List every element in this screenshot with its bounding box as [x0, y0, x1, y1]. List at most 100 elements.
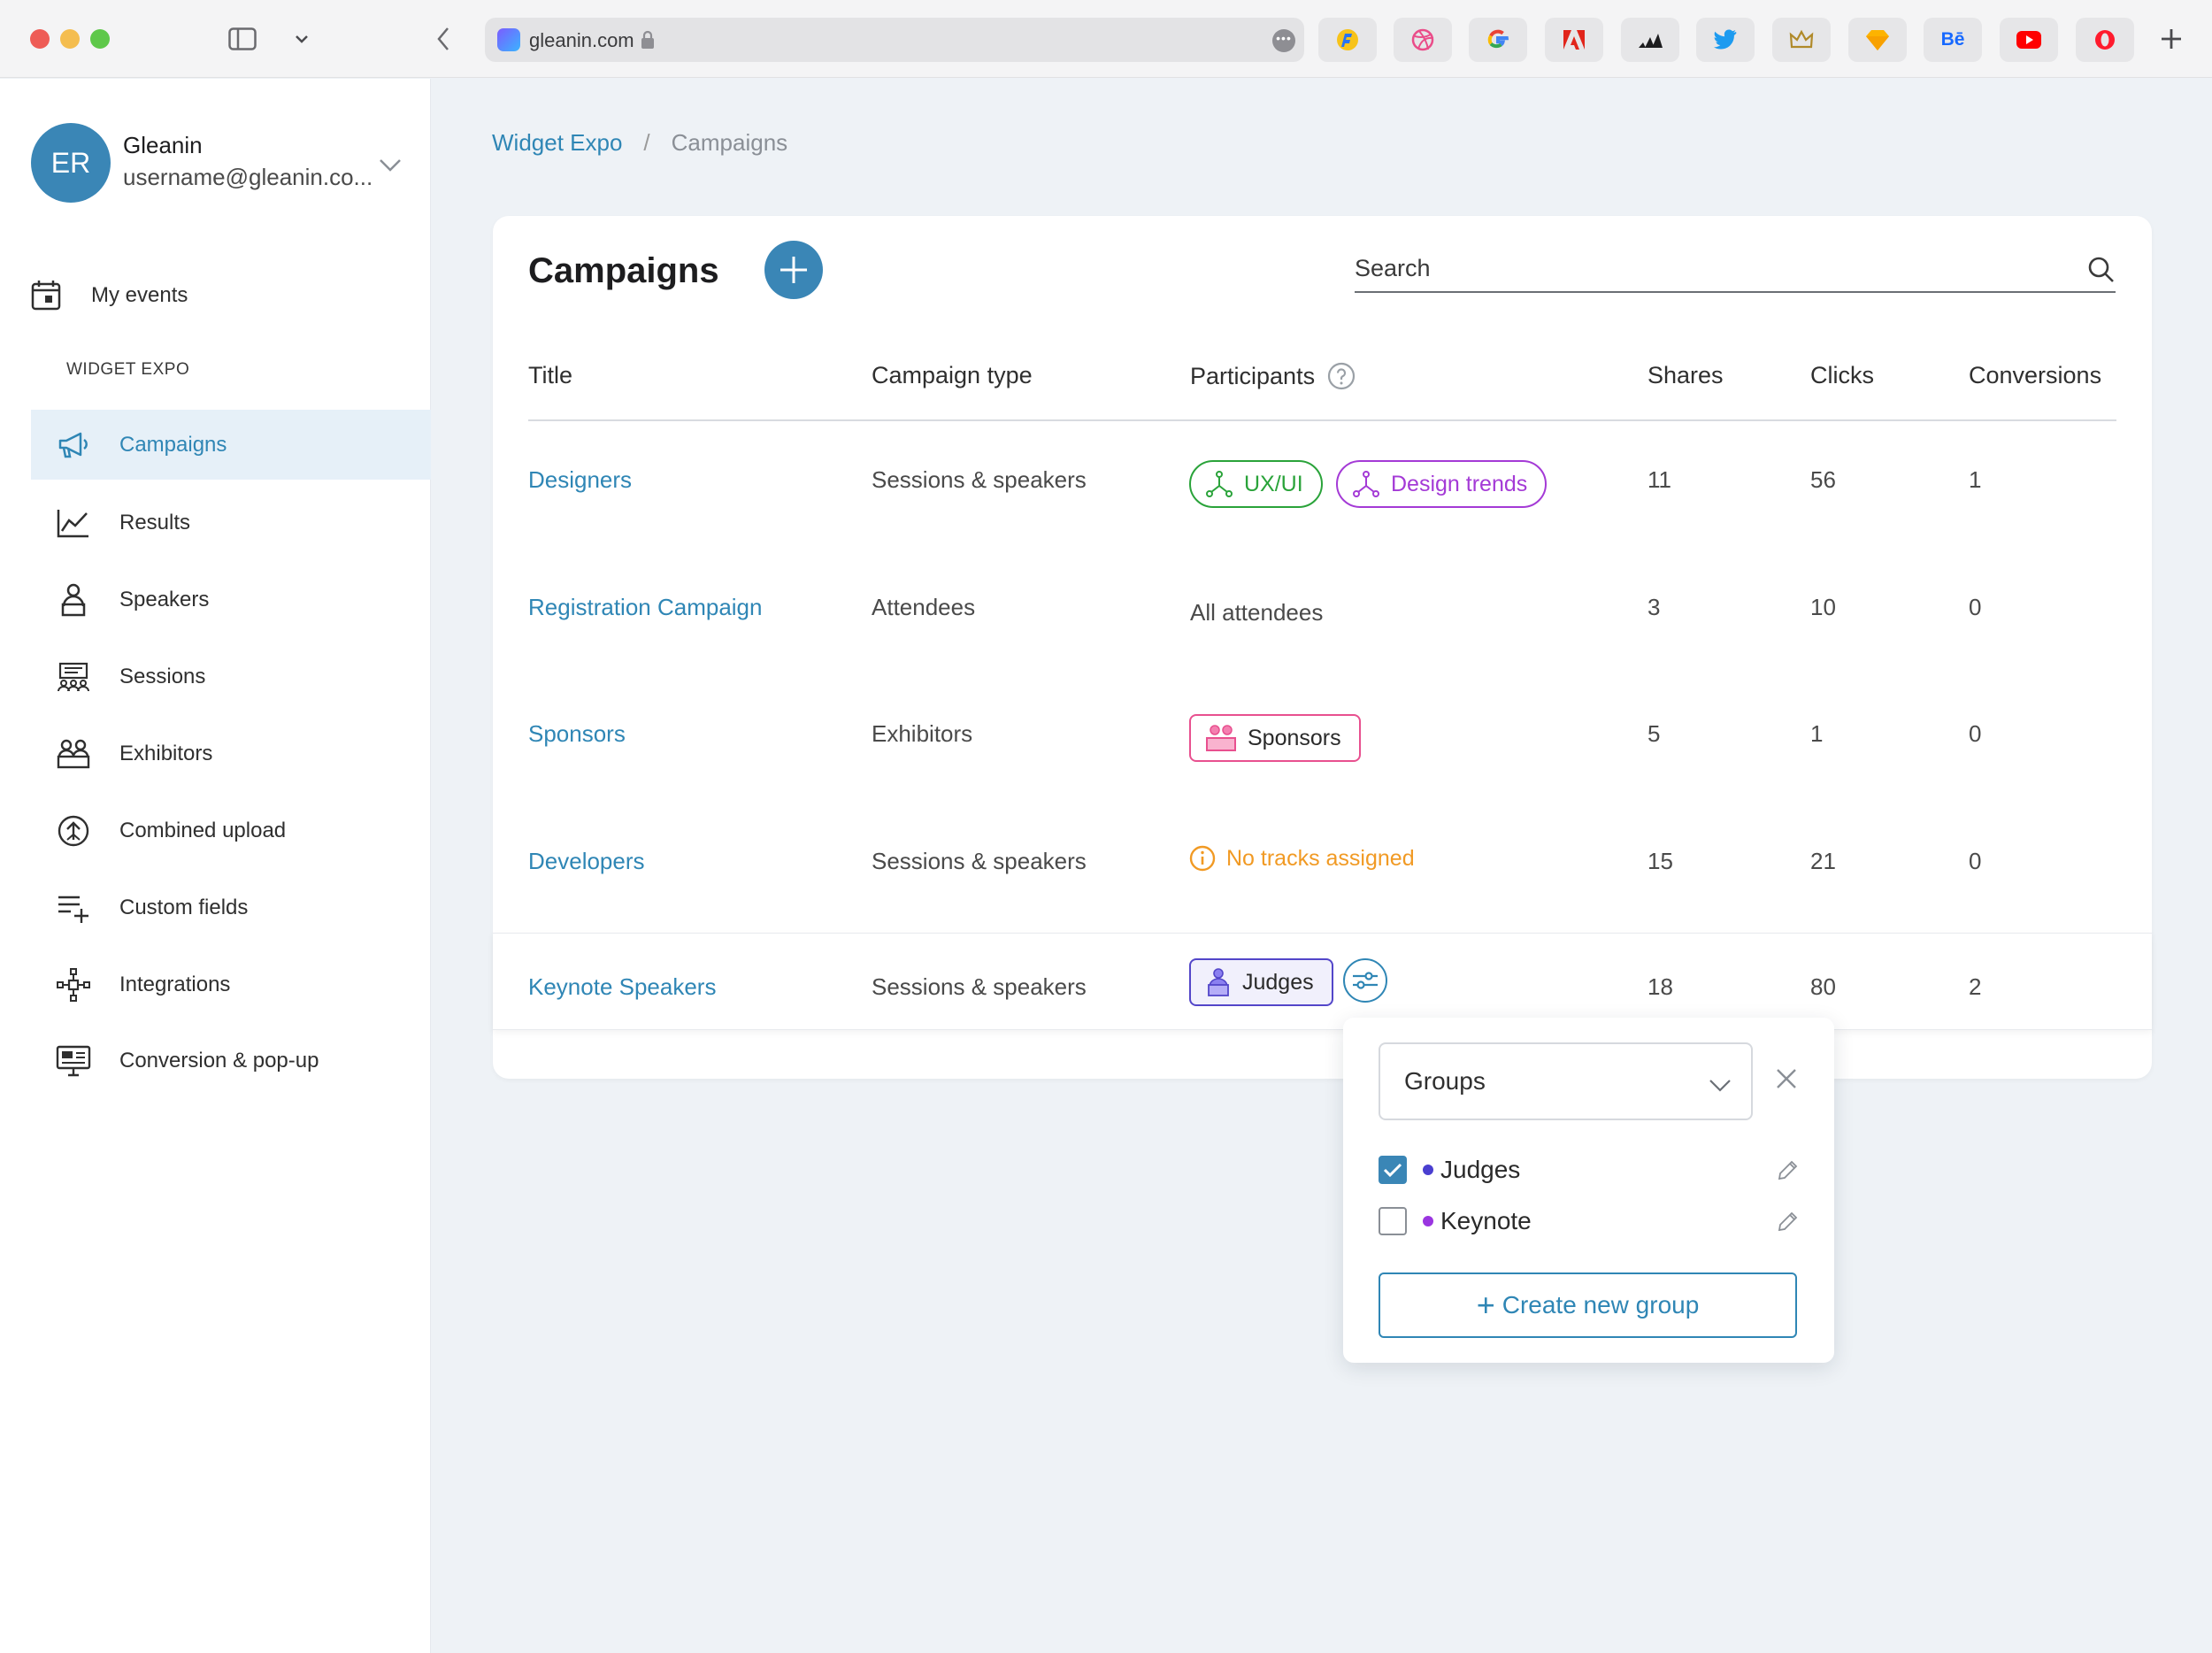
sidebar-item-results[interactable]: Results: [31, 488, 431, 557]
sidebar-item-label: Results: [119, 510, 191, 534]
breadcrumb-link-widget-expo[interactable]: Widget Expo: [492, 129, 622, 157]
bookmark-dribbble-icon[interactable]: [1394, 18, 1452, 62]
avatar[interactable]: ER: [31, 123, 111, 203]
campaign-type: Attendees: [872, 594, 976, 620]
sessions-icon: [56, 659, 91, 695]
sidebar-item-exhibitors[interactable]: Exhibitors: [31, 719, 431, 788]
sidebar-item-speakers[interactable]: Speakers: [31, 565, 431, 634]
browser-toolbar: gleanin.com ••• Bē: [0, 0, 2212, 78]
chip-label: UX/UI: [1244, 471, 1303, 496]
create-new-group-label: Create new group: [1502, 1291, 1700, 1319]
sidebar-item-sessions[interactable]: Sessions: [31, 642, 431, 711]
sidebar-toggle-icon[interactable]: [227, 23, 258, 55]
conversions-value: 0: [1969, 720, 1982, 747]
bookmark-crown-icon[interactable]: [1772, 18, 1831, 62]
breadcrumb-separator: /: [643, 129, 650, 156]
table-row[interactable]: Keynote Speakers Sessions & speakers Jud…: [493, 933, 2152, 1030]
plus-icon: [780, 257, 807, 283]
add-campaign-button[interactable]: [764, 241, 823, 299]
sidebar-item-label: Conversion & pop-up: [119, 1048, 319, 1073]
zoom-window-button[interactable]: [90, 29, 110, 49]
participant-chip-ux-ui[interactable]: UX/UI: [1189, 460, 1323, 508]
campaign-type: Sessions & speakers: [872, 973, 1087, 1000]
table-row[interactable]: Developers Sessions & speakers No tracks…: [493, 821, 2152, 919]
sidebar-item-integrations[interactable]: Integrations: [31, 950, 431, 1019]
bookmark-google-icon[interactable]: [1469, 18, 1527, 62]
campaign-title-link[interactable]: Sponsors: [528, 720, 626, 748]
campaign-type: Exhibitors: [872, 720, 973, 747]
search-icon[interactable]: [2087, 256, 2116, 288]
sliders-icon: [1353, 972, 1378, 989]
bookmark-youtube-icon[interactable]: [2000, 18, 2058, 62]
no-tracks-warning[interactable]: No tracks assigned: [1189, 845, 1415, 872]
minimize-window-button[interactable]: [60, 29, 80, 49]
table-row[interactable]: Designers Sessions & speakers UX/UI Desi…: [493, 440, 2152, 537]
conversions-value: 0: [1969, 594, 1982, 620]
column-header-conversions[interactable]: Conversions: [1969, 362, 2101, 389]
group-option-keynote[interactable]: Keynote: [1379, 1203, 1799, 1239]
column-header-participants[interactable]: Participants: [1190, 362, 1356, 390]
clicks-value: 21: [1810, 848, 1836, 874]
sidebar-item-combined-upload[interactable]: Combined upload: [31, 796, 431, 865]
sidebar-item-label: Sessions: [119, 664, 206, 688]
chevron-down-icon[interactable]: [290, 23, 313, 55]
info-icon: [1189, 845, 1216, 872]
column-header-title[interactable]: Title: [528, 362, 572, 389]
table-row[interactable]: Registration Campaign Attendees All atte…: [493, 567, 2152, 665]
sidebar-item-label: My events: [91, 283, 188, 307]
campaign-title-link[interactable]: Developers: [528, 848, 645, 875]
column-header-clicks[interactable]: Clicks: [1810, 362, 1874, 389]
address-bar[interactable]: gleanin.com •••: [485, 18, 1304, 62]
track-icon: [1206, 471, 1233, 497]
back-arrow-icon[interactable]: [432, 23, 455, 55]
campaign-title-link[interactable]: Registration Campaign: [528, 594, 762, 621]
account-name: Gleanin: [123, 132, 203, 158]
account-chevron-down-icon[interactable]: [379, 158, 402, 177]
pencil-icon[interactable]: [1776, 1159, 1799, 1188]
warning-text: No tracks assigned: [1226, 845, 1415, 871]
bookmark-adobe-icon[interactable]: [1545, 18, 1603, 62]
groups-select[interactable]: Groups: [1379, 1042, 1753, 1120]
search-input[interactable]: [1355, 247, 2062, 289]
speaker-icon: [56, 582, 91, 618]
participant-chip-judges[interactable]: Judges: [1189, 958, 1333, 1006]
participant-chip-design-trends[interactable]: Design trends: [1336, 460, 1548, 508]
pencil-icon[interactable]: [1776, 1211, 1799, 1240]
group-checkbox[interactable]: [1379, 1156, 1407, 1184]
exhibitors-icon: [56, 736, 91, 772]
bookmark-opera-icon[interactable]: [2076, 18, 2134, 62]
chip-label: Design trends: [1391, 471, 1528, 496]
conversions-value: 1: [1969, 466, 1982, 493]
new-tab-plus-icon[interactable]: [2155, 23, 2187, 55]
popup-icon: [56, 1043, 91, 1079]
more-options-icon[interactable]: •••: [1272, 29, 1295, 52]
column-header-shares[interactable]: Shares: [1647, 362, 1724, 389]
sidebar-item-campaigns[interactable]: Campaigns: [31, 410, 431, 480]
breadcrumb: Widget Expo / Campaigns: [492, 129, 787, 157]
group-filter-button[interactable]: [1343, 958, 1387, 1003]
sidebar-item-label: Campaigns: [119, 432, 227, 457]
group-checkbox[interactable]: [1379, 1207, 1407, 1235]
bookmark-adidas-icon[interactable]: [1621, 18, 1679, 62]
participant-chip-sponsors[interactable]: Sponsors: [1189, 714, 1361, 762]
bookmark-flipkart-icon[interactable]: [1318, 18, 1377, 62]
group-option-judges[interactable]: Judges: [1379, 1152, 1799, 1188]
sidebar-item-custom-fields[interactable]: Custom fields: [31, 873, 431, 942]
close-window-button[interactable]: [30, 29, 50, 49]
campaign-title-link[interactable]: Keynote Speakers: [528, 973, 716, 1001]
table-row[interactable]: Sponsors Exhibitors Sponsors 5 1 0: [493, 694, 2152, 791]
help-icon[interactable]: [1327, 362, 1356, 390]
column-header-label: Participants: [1190, 362, 1316, 389]
sidebar-item-conversion-popup[interactable]: Conversion & pop-up: [31, 1026, 431, 1096]
sidebar-item-my-events[interactable]: My events: [31, 278, 188, 313]
campaign-title-link[interactable]: Designers: [528, 466, 632, 494]
column-header-campaign-type[interactable]: Campaign type: [872, 362, 1033, 389]
shares-value: 5: [1647, 720, 1661, 747]
close-icon[interactable]: [1775, 1067, 1798, 1095]
bookmark-twitter-icon[interactable]: [1696, 18, 1755, 62]
create-new-group-button[interactable]: + Create new group: [1379, 1272, 1797, 1338]
table-header-divider: [528, 419, 2116, 421]
bookmark-behance-icon[interactable]: Bē: [1924, 18, 1982, 62]
bookmark-sketch-icon[interactable]: [1848, 18, 1907, 62]
clicks-value: 10: [1810, 594, 1836, 620]
